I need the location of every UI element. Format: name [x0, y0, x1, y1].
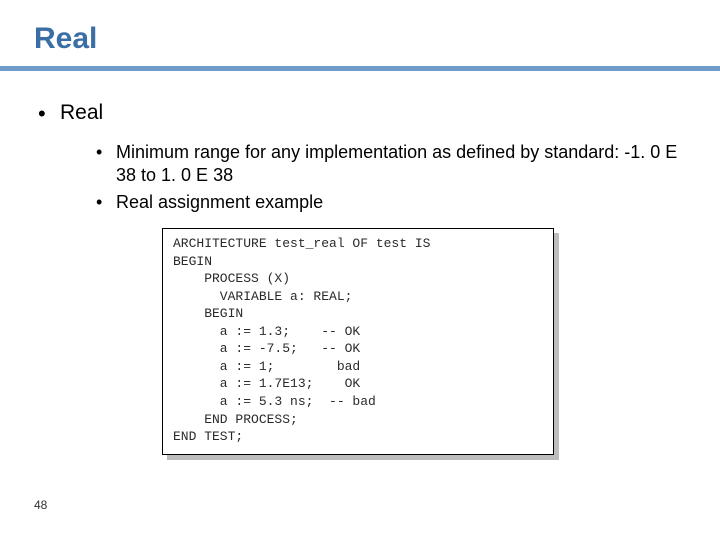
- code-example-container: ARCHITECTURE test_real OF test IS BEGIN …: [162, 228, 554, 455]
- list-item: Minimum range for any implementation as …: [96, 141, 686, 187]
- list-item-label: Minimum range for any implementation as …: [116, 142, 677, 185]
- list-item-label: Real: [60, 101, 103, 124]
- list-item-label: Real assignment example: [116, 192, 323, 212]
- bullet-list-level2: Minimum range for any implementation as …: [60, 141, 686, 214]
- page-title: Real: [34, 22, 686, 56]
- code-example: ARCHITECTURE test_real OF test IS BEGIN …: [162, 228, 554, 455]
- slide: Real Real Minimum range for any implemen…: [0, 0, 720, 540]
- list-item: Real assignment example: [96, 191, 686, 214]
- list-item: Real Minimum range for any implementatio…: [38, 101, 686, 214]
- page-number: 48: [34, 498, 47, 512]
- title-rule: [0, 66, 720, 71]
- bullet-list-level1: Real Minimum range for any implementatio…: [34, 101, 686, 214]
